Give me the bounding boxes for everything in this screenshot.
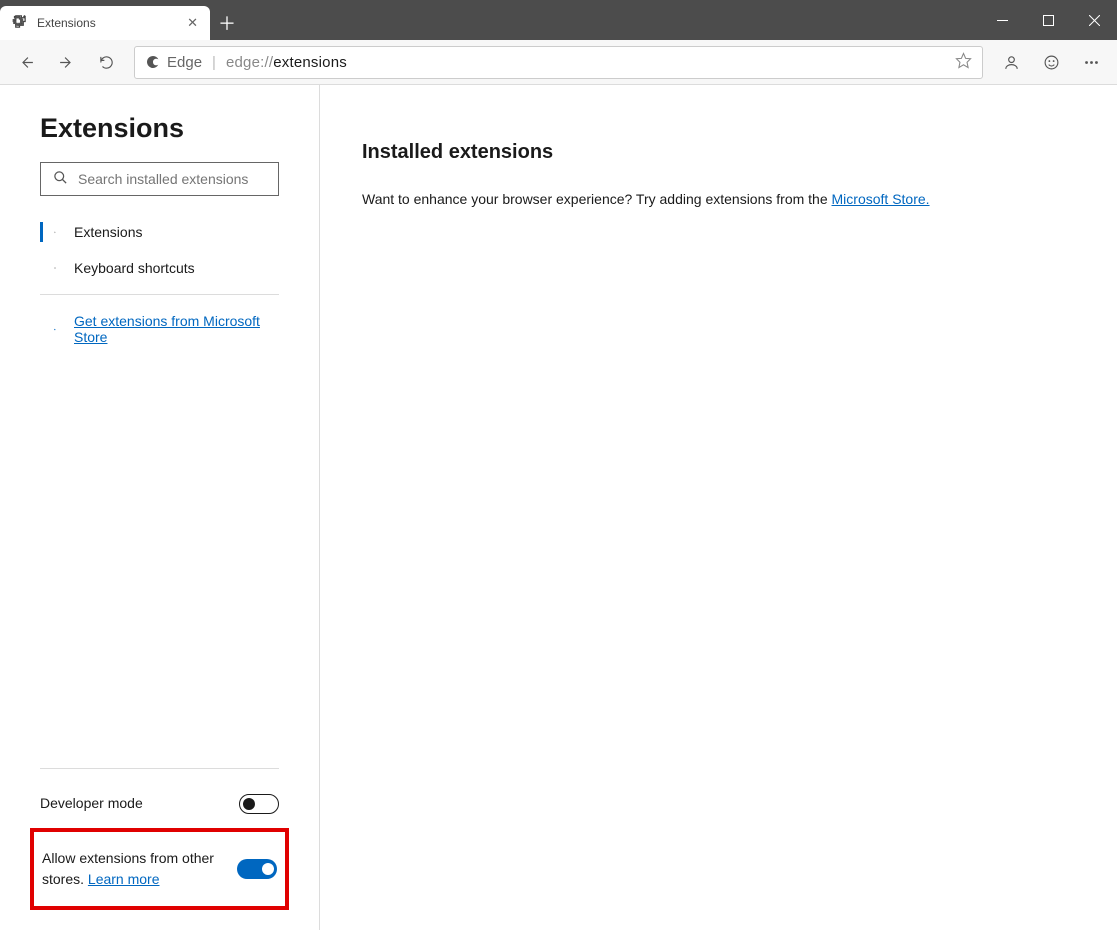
sidebar-item-label: Keyboard shortcuts [74,260,195,276]
search-field[interactable] [78,171,266,187]
allow-other-stores-label: Allow extensions from other stores. Lear… [42,848,225,890]
search-icon [53,170,68,188]
more-menu-button[interactable] [1073,44,1109,80]
microsoft-store-link[interactable]: Microsoft Store. [832,191,930,207]
get-extensions-link[interactable]: Get extensions from Microsoft Store [74,313,279,345]
allow-other-stores-toggle[interactable] [237,859,277,879]
learn-more-link[interactable]: Learn more [88,871,160,887]
sidebar-nav: Extensions Keyboard shortcuts [0,206,319,286]
window-controls [979,0,1117,40]
maximize-button[interactable] [1025,0,1071,40]
sidebar-bottom: Developer mode Allow extensions from oth… [0,764,319,914]
allow-other-stores-row: Allow extensions from other stores. Lear… [42,842,277,896]
edge-logo-icon: Edge [145,54,202,71]
developer-mode-row: Developer mode [40,787,279,820]
content-area: Extensions Extensions Keyboard shortcuts [0,85,1117,930]
tab-title: Extensions [37,16,96,30]
navigation-bar: Edge | edge://extensions [0,40,1117,85]
favorite-star-icon[interactable] [955,52,972,73]
feedback-button[interactable] [1033,44,1069,80]
tab-strip: Extensions ✕ ＋ [0,0,244,40]
close-window-button[interactable] [1071,0,1117,40]
sidebar-item-label: Extensions [74,224,142,240]
main-content: Installed extensions Want to enhance you… [320,85,1117,930]
developer-mode-label: Developer mode [40,793,227,814]
refresh-button[interactable] [88,44,124,80]
back-button[interactable] [8,44,44,80]
browser-tab[interactable]: Extensions ✕ [0,6,210,40]
divider [40,768,279,769]
sidebar-item-extensions[interactable]: Extensions [0,214,319,250]
get-extensions-link-row: Get extensions from Microsoft Store [0,303,319,355]
extensions-icon [12,14,27,32]
minimize-button[interactable] [979,0,1025,40]
search-extensions-input[interactable] [40,162,279,196]
puzzle-icon [40,225,56,240]
sidebar-item-shortcuts[interactable]: Keyboard shortcuts [0,250,319,286]
store-icon [40,322,56,337]
url-text: edge://extensions [226,54,945,71]
new-tab-button[interactable]: ＋ [210,6,244,40]
sidebar: Extensions Extensions Keyboard shortcuts [0,85,320,930]
profile-button[interactable] [993,44,1029,80]
title-bar: Extensions ✕ ＋ [0,0,1117,40]
highlight-annotation: Allow extensions from other stores. Lear… [30,828,289,910]
keyboard-icon [40,262,56,274]
address-bar[interactable]: Edge | edge://extensions [134,46,983,79]
empty-state-text: Want to enhance your browser experience?… [362,190,1075,210]
address-brand: Edge [167,54,202,71]
address-separator: | [212,54,216,71]
close-tab-button[interactable]: ✕ [187,15,198,31]
forward-button[interactable] [48,44,84,80]
page-title: Extensions [0,113,319,162]
developer-mode-toggle[interactable] [239,794,279,814]
installed-extensions-heading: Installed extensions [362,141,1075,164]
divider [40,294,279,295]
